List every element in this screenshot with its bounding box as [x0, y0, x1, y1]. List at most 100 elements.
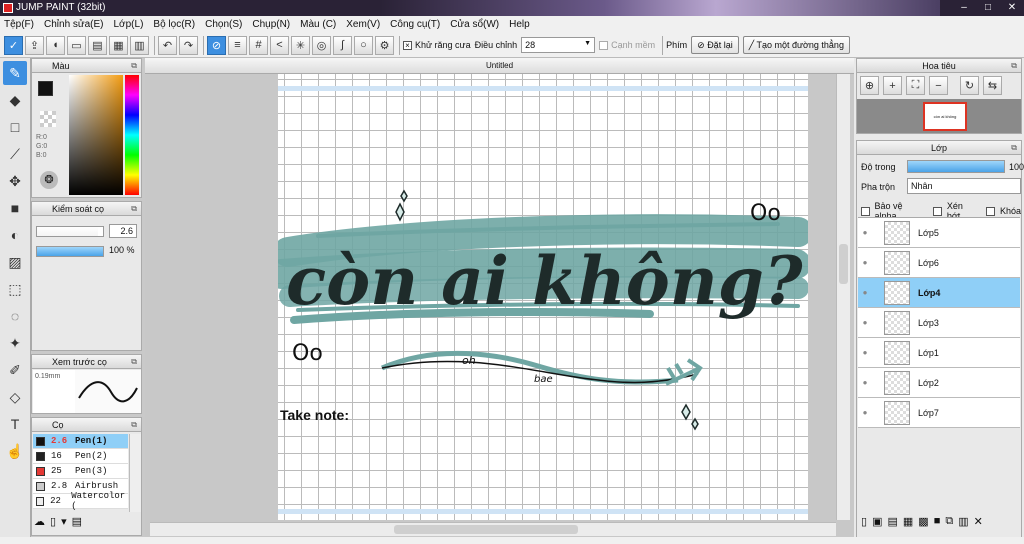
menu-help[interactable]: Help: [509, 19, 530, 30]
curve-icon[interactable]: ∫: [333, 35, 352, 55]
bucket-tool-icon[interactable]: ◐: [3, 223, 27, 247]
opacity-slider[interactable]: [36, 246, 104, 257]
navigator-viewport[interactable]: còn ai không: [923, 102, 967, 131]
panel-popout-icon[interactable]: ⧉: [131, 61, 137, 71]
zoom-out-icon[interactable]: −: [929, 76, 948, 95]
brush-list-item[interactable]: 22 Watercolor (: [33, 491, 128, 511]
rotate-icon[interactable]: ↻: [960, 76, 979, 95]
cloud-check-icon[interactable]: ✓: [4, 35, 23, 55]
layer-row[interactable]: ● Lớp5: [858, 218, 1020, 248]
layer-row[interactable]: ● Lớp3: [858, 308, 1020, 338]
rectangle-tool-icon[interactable]: □: [3, 115, 27, 139]
fit-window-icon[interactable]: ⛶: [906, 76, 925, 95]
menu-capture[interactable]: Chụp(N): [252, 19, 290, 30]
layer-row[interactable]: ● Lớp6: [858, 248, 1020, 278]
move-tool-icon[interactable]: ✥: [3, 169, 27, 193]
duplicate-layer-icon[interactable]: ⧉: [945, 515, 953, 528]
visibility-icon[interactable]: ●: [858, 258, 872, 267]
panel-popout-icon[interactable]: ⧉: [131, 204, 137, 214]
brush-list-item[interactable]: 25 Pen(3): [33, 464, 128, 479]
brush-size-slider[interactable]: [36, 226, 104, 237]
comment-icon[interactable]: ▭: [67, 35, 86, 55]
select-pen-tool-icon[interactable]: ✐: [3, 358, 27, 382]
panel-popout-icon[interactable]: ⧉: [1011, 143, 1017, 153]
tone-layer-icon[interactable]: ▦: [903, 515, 913, 528]
grid-snap-icon[interactable]: #: [249, 35, 268, 55]
menu-layer[interactable]: Lớp(L): [114, 19, 144, 30]
brush-settings-icon[interactable]: ▤: [72, 515, 82, 528]
grid-page-icon[interactable]: ▥: [130, 35, 149, 55]
horizontal-scroll-thumb[interactable]: [394, 525, 578, 534]
radial-icon[interactable]: ✳: [291, 35, 310, 55]
menu-edit[interactable]: Chỉnh sửa(E): [44, 19, 104, 30]
merge-layer-icon[interactable]: ▥: [958, 515, 968, 528]
edge-checkbox[interactable]: [599, 40, 609, 50]
hue-slider[interactable]: [125, 75, 139, 195]
line-tool-icon[interactable]: ⟋: [3, 142, 27, 166]
layer-row[interactable]: ● Lớp1: [858, 338, 1020, 368]
document-tab[interactable]: Untitled: [145, 58, 854, 74]
layer-row[interactable]: ● Lớp4: [858, 278, 1020, 308]
brush-cloud-icon[interactable]: ☁: [34, 515, 45, 528]
hand-tool-icon[interactable]: ☝: [3, 439, 27, 463]
minimize-button[interactable]: –: [952, 0, 976, 16]
menu-color[interactable]: Màu (C): [300, 19, 336, 30]
panel-popout-icon[interactable]: ⧉: [131, 420, 137, 430]
vertical-scroll-thumb[interactable]: [839, 244, 848, 284]
visibility-icon[interactable]: ●: [858, 348, 872, 357]
delete-layer-icon[interactable]: ✕: [974, 515, 983, 528]
zoom-in-icon[interactable]: +: [883, 76, 902, 95]
flip-icon[interactable]: ⇆: [983, 76, 1002, 95]
folder-icon[interactable]: ■: [934, 515, 941, 528]
visibility-icon[interactable]: ●: [858, 318, 872, 327]
panel-popout-icon[interactable]: ⧉: [1011, 61, 1017, 71]
menu-filter[interactable]: Bộ lọc(R): [153, 19, 195, 30]
layer-row[interactable]: ● Lớp7: [858, 398, 1020, 428]
edge-toggle[interactable]: Cạnh mềm: [599, 40, 655, 50]
menu-select[interactable]: Chọn(S): [205, 19, 242, 30]
maximize-button[interactable]: □: [976, 0, 1000, 16]
brush-size-value[interactable]: 2.6: [109, 224, 137, 238]
antialias-checkbox[interactable]: ×: [403, 40, 412, 50]
reset-button[interactable]: ⊘ Đặt lại: [691, 36, 739, 54]
speech-bubble-icon[interactable]: ◖: [46, 35, 65, 55]
circle-snap-icon[interactable]: ○: [354, 35, 373, 55]
vertical-scrollbar[interactable]: [836, 74, 850, 520]
brush-list-item[interactable]: 2.6 Pen(1): [33, 434, 128, 449]
concentric-icon[interactable]: ◎: [312, 35, 331, 55]
menu-file[interactable]: Tệp(F): [4, 19, 34, 30]
parallel-lines-icon[interactable]: ≡: [228, 35, 247, 55]
pattern-layer-icon[interactable]: ▩: [918, 515, 928, 528]
menu-view[interactable]: Xem(V): [346, 19, 380, 30]
page-icon[interactable]: ▤: [88, 35, 107, 55]
straight-line-button[interactable]: ╱ Tạo một đường thẳng: [742, 36, 850, 54]
lasso-tool-icon[interactable]: ◌: [3, 304, 27, 328]
visibility-icon[interactable]: ●: [858, 378, 872, 387]
adjust-select[interactable]: 28 ▼: [521, 37, 596, 53]
panel-layout-icon[interactable]: ▦: [109, 35, 128, 55]
lock-checkbox[interactable]: [986, 206, 995, 216]
antialias-toggle[interactable]: × Khử răng cưa: [403, 40, 471, 50]
clip-checkbox[interactable]: [933, 206, 942, 216]
visibility-icon[interactable]: ●: [858, 228, 872, 237]
layer-opacity-slider[interactable]: [907, 160, 1005, 173]
palette-icon[interactable]: ❂: [40, 171, 58, 189]
new-folder-layer-icon[interactable]: ▣: [872, 515, 882, 528]
blend-mode-select[interactable]: Nhân: [907, 178, 1021, 194]
visibility-icon[interactable]: ●: [858, 288, 872, 297]
magic-wand-tool-icon[interactable]: ✦: [3, 331, 27, 355]
pen-tool-icon[interactable]: ✎: [3, 61, 27, 85]
snap-off-icon[interactable]: ⊘: [207, 35, 226, 55]
brush-list-scrollbar[interactable]: [129, 434, 141, 512]
layer-settings-icon[interactable]: ▤: [887, 515, 897, 528]
eraser-tool-icon[interactable]: ◆: [3, 88, 27, 112]
rect-select-tool-icon[interactable]: ⬚: [3, 277, 27, 301]
new-layer-icon[interactable]: ▯: [861, 515, 867, 528]
navigator-preview[interactable]: còn ai không: [857, 99, 1021, 133]
zoom-fit-icon[interactable]: ⊕: [860, 76, 879, 95]
fill-shape-tool-icon[interactable]: ■: [3, 196, 27, 220]
brush-menu-icon[interactable]: ▾: [61, 515, 67, 528]
select-eraser-tool-icon[interactable]: ◇: [3, 385, 27, 409]
saturation-picker[interactable]: [69, 75, 123, 195]
horizontal-scrollbar[interactable]: [150, 522, 836, 536]
